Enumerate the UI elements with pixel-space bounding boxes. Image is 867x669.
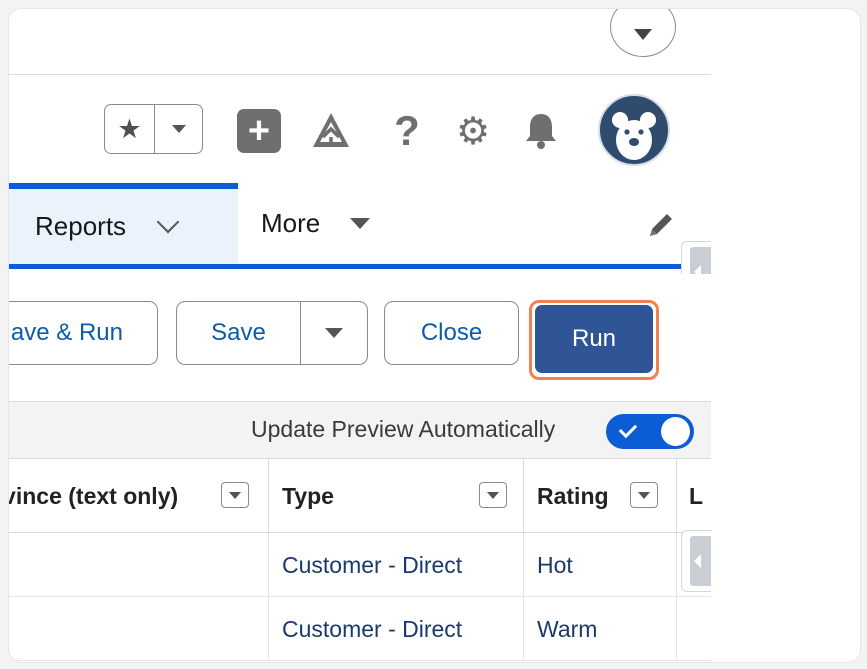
nav-tab-reports-label: Reports [35,211,127,241]
setup-button[interactable]: ⚙ [453,109,493,153]
question-icon: ? [394,107,420,154]
column-header-rating[interactable]: Rating [524,459,677,533]
save-label: Save [211,319,266,346]
chevron-down-icon [634,28,652,40]
chevron-down-icon[interactable] [156,210,180,233]
column-menu-button[interactable] [479,482,507,508]
app-viewport: ★ + ? ⚙ Reports More ave & Run Save Clos… [9,9,711,662]
nav-more-label: More [261,208,321,238]
trailhead-icon [313,113,349,147]
bell-icon [526,114,556,149]
app-navigation-bar: Reports More [9,183,711,269]
table-header-row: ovince (text only) Type Rating L [9,459,711,533]
column-header-type[interactable]: Type [269,459,524,533]
column-header-label: Type [282,482,334,509]
chevron-down-icon [171,125,186,133]
favorites-button-group: ★ [104,104,203,154]
column-header-state-province[interactable]: ovince (text only) [9,459,269,533]
gear-icon: ⚙ [455,110,491,153]
chevron-left-icon [694,554,701,568]
column-header-label: L [689,482,704,509]
help-button[interactable]: ? [389,107,425,154]
toggle-knob [661,417,690,446]
run-button[interactable]: Run [535,305,653,373]
favorites-list-dropdown[interactable] [155,105,202,153]
table-row: Customer - Direct Hot [9,533,711,597]
save-button[interactable]: Save [177,302,301,364]
edit-nav-items-button[interactable] [645,209,677,241]
caret-down-icon [487,491,499,499]
nav-more-menu[interactable]: More [261,183,371,264]
caret-down-icon [229,491,241,499]
report-builder-actions: ave & Run Save Close Run [9,274,711,401]
caret-down-icon [350,218,371,229]
app-switcher-dropdown-button[interactable] [610,9,676,57]
global-create-button[interactable]: + [237,109,281,153]
table-cell [677,597,711,661]
star-icon: ★ [117,113,142,144]
global-header: ★ + ? ⚙ [9,75,711,183]
column-header-label: Rating [537,482,609,509]
column-menu-button[interactable] [221,482,249,508]
plus-icon: + [247,110,271,152]
check-icon [618,419,638,439]
caret-down-icon [325,328,343,338]
report-preview-table: ovince (text only) Type Rating L Custome… [9,459,711,662]
favorites-star-button[interactable]: ★ [105,105,155,153]
nav-tab-reports[interactable]: Reports [9,183,238,264]
update-preview-toggle[interactable] [606,414,694,449]
close-button[interactable]: Close [384,301,519,365]
column-header-label: ovince (text only) [9,482,179,509]
update-preview-label: Update Preview Automatically [251,416,556,442]
caret-down-icon [638,491,650,499]
panel-collapse-handle-bottom[interactable] [681,530,711,592]
user-avatar[interactable] [598,94,670,166]
pencil-icon [650,214,672,236]
table-cell: Warm [524,597,677,661]
preview-toolbar: Update Preview Automatically [9,401,711,459]
top-strip [9,9,711,75]
trailhead-guidance-button[interactable] [307,109,355,153]
run-label: Run [571,325,617,352]
table-cell: Customer - Direct [269,597,524,661]
bear-avatar-icon [612,112,656,160]
column-header-truncated[interactable]: L [677,459,711,533]
table-cell [9,597,269,661]
blank-area [711,9,860,662]
save-and-run-button[interactable]: ave & Run [9,301,158,365]
save-options-dropdown[interactable] [301,302,367,364]
save-button-group: Save [176,301,368,365]
column-menu-button[interactable] [630,482,658,508]
notifications-button[interactable] [519,109,563,153]
table-cell [9,533,269,597]
save-and-run-label: ave & Run [10,319,123,346]
app-frame: ★ + ? ⚙ Reports More ave & Run Save Clos… [8,8,861,663]
table-row: Customer - Direct Warm [9,597,711,661]
table-cell: Hot [524,533,677,597]
close-label: Close [420,319,483,346]
table-cell: Customer - Direct [269,533,524,597]
